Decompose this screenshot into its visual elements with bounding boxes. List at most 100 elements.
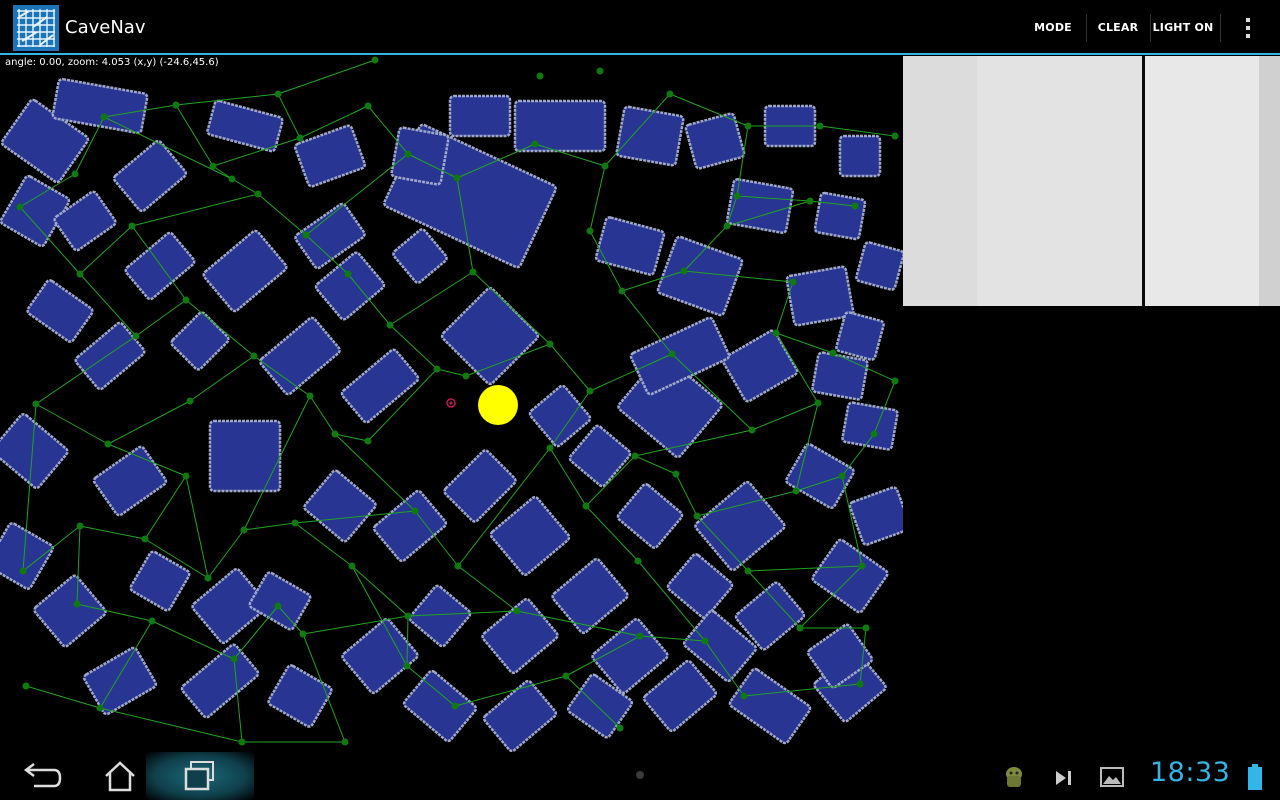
map-block [551,557,629,635]
graph-node [666,90,674,98]
graph-node [341,738,349,746]
recents-icon[interactable] [174,756,226,796]
graph-node [204,574,212,582]
map-block [390,126,450,186]
graph-node [618,287,626,295]
map-drawing[interactable] [0,56,903,752]
light-on-button[interactable]: LIGHT ON [1152,0,1214,55]
map-block [440,286,540,386]
overflow-menu-icon[interactable] [1236,0,1260,55]
battery-icon[interactable] [1248,764,1262,790]
graph-node [546,340,554,348]
map-block [92,445,168,517]
graph-node [740,692,748,700]
graph-edge [243,522,296,531]
graph-edge [751,402,819,431]
graph-node [772,329,780,337]
graph-node [806,197,814,205]
graph-edge [257,193,307,236]
map-block [26,279,94,343]
graph-node [733,192,741,200]
graph-edge [351,565,409,617]
clear-button[interactable]: CLEAR [1090,0,1146,55]
target-marker-dot [449,401,453,405]
graph-node [348,562,356,570]
graph-node [858,562,866,570]
graph-node [433,365,441,373]
graph-node [634,557,642,565]
graph-node [291,519,299,527]
map-block [841,401,899,451]
map-block [129,550,191,612]
graph-edge [309,395,336,435]
map-block [838,134,882,178]
graph-node [22,682,30,690]
map-block [513,99,607,153]
graph-edge [589,165,606,232]
graph-edge [819,125,896,137]
graph-edge [277,93,301,139]
mode-button[interactable]: MODE [1022,0,1084,55]
map-block [813,191,867,241]
graph-node [16,203,24,211]
graph-node [344,270,352,278]
player-position-marker [478,385,518,425]
graph-node [302,231,310,239]
graph-node [891,132,899,140]
grid-map-icon[interactable] [13,5,59,51]
media-next-icon[interactable] [1054,769,1074,787]
map-block [124,231,196,301]
map-block [489,496,571,576]
map-block [615,105,685,167]
graph-node [71,170,79,178]
graph-node [451,702,459,710]
cave-map-canvas[interactable] [0,56,903,752]
graph-node [100,113,108,121]
graph-node [693,512,701,520]
graph-node [403,662,411,670]
status-clock[interactable]: 18:33 [1150,757,1230,788]
page-indicator-dot [636,771,644,779]
map-block [0,522,54,590]
map-block [835,311,885,361]
graph-edge [621,290,673,355]
graph-node [838,472,846,480]
back-icon[interactable] [14,756,66,796]
graph-node [299,630,307,638]
graph-node [792,487,800,495]
graph-node [73,600,81,608]
graph-node [182,472,190,480]
graph-node [274,602,282,610]
graph-node [172,101,180,109]
map-block [33,574,107,648]
graph-node [306,392,314,400]
graph-node [546,444,554,452]
gallery-icon[interactable] [1100,767,1124,787]
graph-node [701,637,709,645]
graph-node [816,122,824,130]
action-separator [1150,14,1151,42]
map-block [208,419,282,493]
map-block [616,483,684,549]
graph-node [870,430,878,438]
graph-node [462,372,470,380]
home-icon[interactable] [94,756,146,796]
graph-edge [549,343,591,392]
map-block [443,449,517,523]
action-bar: CaveNav MODE CLEAR LIGHT ON [0,0,1280,55]
graph-node [19,567,27,575]
graph-node [748,426,756,434]
graph-node [296,134,304,142]
map-block [392,228,448,284]
graph-node [238,738,246,746]
graph-node [331,430,339,438]
graph-node [104,440,112,448]
graph-node [562,672,570,680]
android-debug-icon[interactable] [1002,764,1026,790]
map-block [303,469,377,543]
map-blocks [0,77,903,752]
map-block [74,321,146,391]
graph-node [128,222,136,230]
map-block [568,424,632,488]
map-block [642,659,718,733]
